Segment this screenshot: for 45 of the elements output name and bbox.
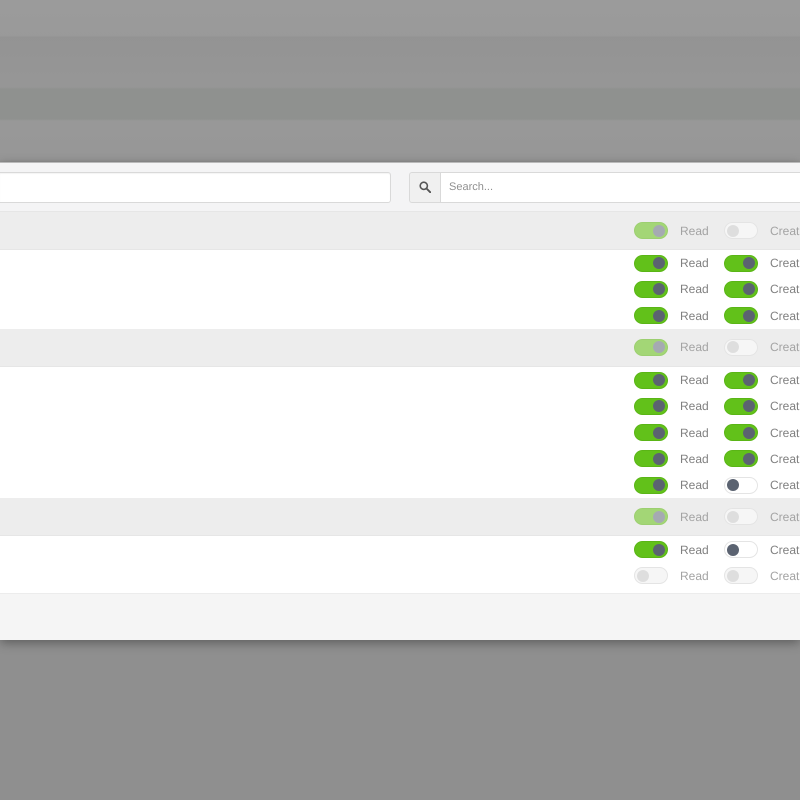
toggle-switch[interactable] bbox=[634, 280, 668, 298]
toggle-switch[interactable] bbox=[634, 424, 668, 442]
permission-label: Creat bbox=[770, 478, 800, 492]
search-field[interactable]: Search... bbox=[440, 172, 800, 202]
permission-label: Creat bbox=[770, 373, 800, 388]
permission-label: Read bbox=[680, 340, 709, 354]
permission-label: Creat bbox=[770, 568, 800, 583]
permission-label: Read bbox=[680, 282, 709, 296]
permission-label: Read bbox=[680, 478, 709, 492]
permission-label: Read bbox=[680, 256, 709, 270]
permission-label: Creat bbox=[770, 510, 800, 524]
permission-label: Creat bbox=[770, 399, 800, 414]
toggle-switch[interactable] bbox=[634, 398, 668, 415]
toggle-switch[interactable] bbox=[724, 254, 758, 272]
text-field[interactable] bbox=[0, 172, 391, 202]
permission-label: Creat bbox=[770, 256, 800, 270]
permission-label: Read bbox=[680, 399, 709, 414]
search-icon bbox=[409, 172, 440, 202]
permission-label: Creat bbox=[770, 282, 800, 296]
toggle-switch[interactable] bbox=[724, 398, 758, 415]
permission-label: Read bbox=[680, 426, 709, 440]
toggle-switch[interactable] bbox=[724, 450, 758, 468]
permission-label: Creat bbox=[770, 452, 800, 466]
permission-label: Read bbox=[680, 510, 709, 524]
toggle-switch[interactable] bbox=[724, 307, 758, 324]
permission-label: Read bbox=[680, 568, 709, 583]
permission-label: Read bbox=[680, 224, 709, 238]
permission-label: Creat bbox=[770, 308, 800, 323]
permission-label: Creat bbox=[770, 542, 800, 557]
permission-label: Read bbox=[680, 452, 709, 466]
permission-label: Read bbox=[680, 373, 709, 388]
toggle-switch[interactable] bbox=[634, 476, 668, 494]
permission-label: Read bbox=[680, 542, 709, 557]
permission-label: Creat bbox=[770, 224, 800, 238]
toggle-switch[interactable] bbox=[634, 541, 668, 558]
toggle-switch[interactable] bbox=[634, 450, 668, 468]
toggle-switch[interactable] bbox=[634, 307, 668, 324]
toggle-switch[interactable] bbox=[634, 372, 668, 389]
toggle-switch[interactable] bbox=[724, 280, 758, 298]
toggle-switch[interactable] bbox=[724, 424, 758, 442]
permission-label: Read bbox=[680, 308, 709, 323]
permission-label: Creat bbox=[770, 340, 800, 354]
permission-label: Creat bbox=[770, 426, 800, 440]
toggle-switch[interactable] bbox=[724, 372, 758, 389]
toggle-switch[interactable] bbox=[634, 254, 668, 272]
